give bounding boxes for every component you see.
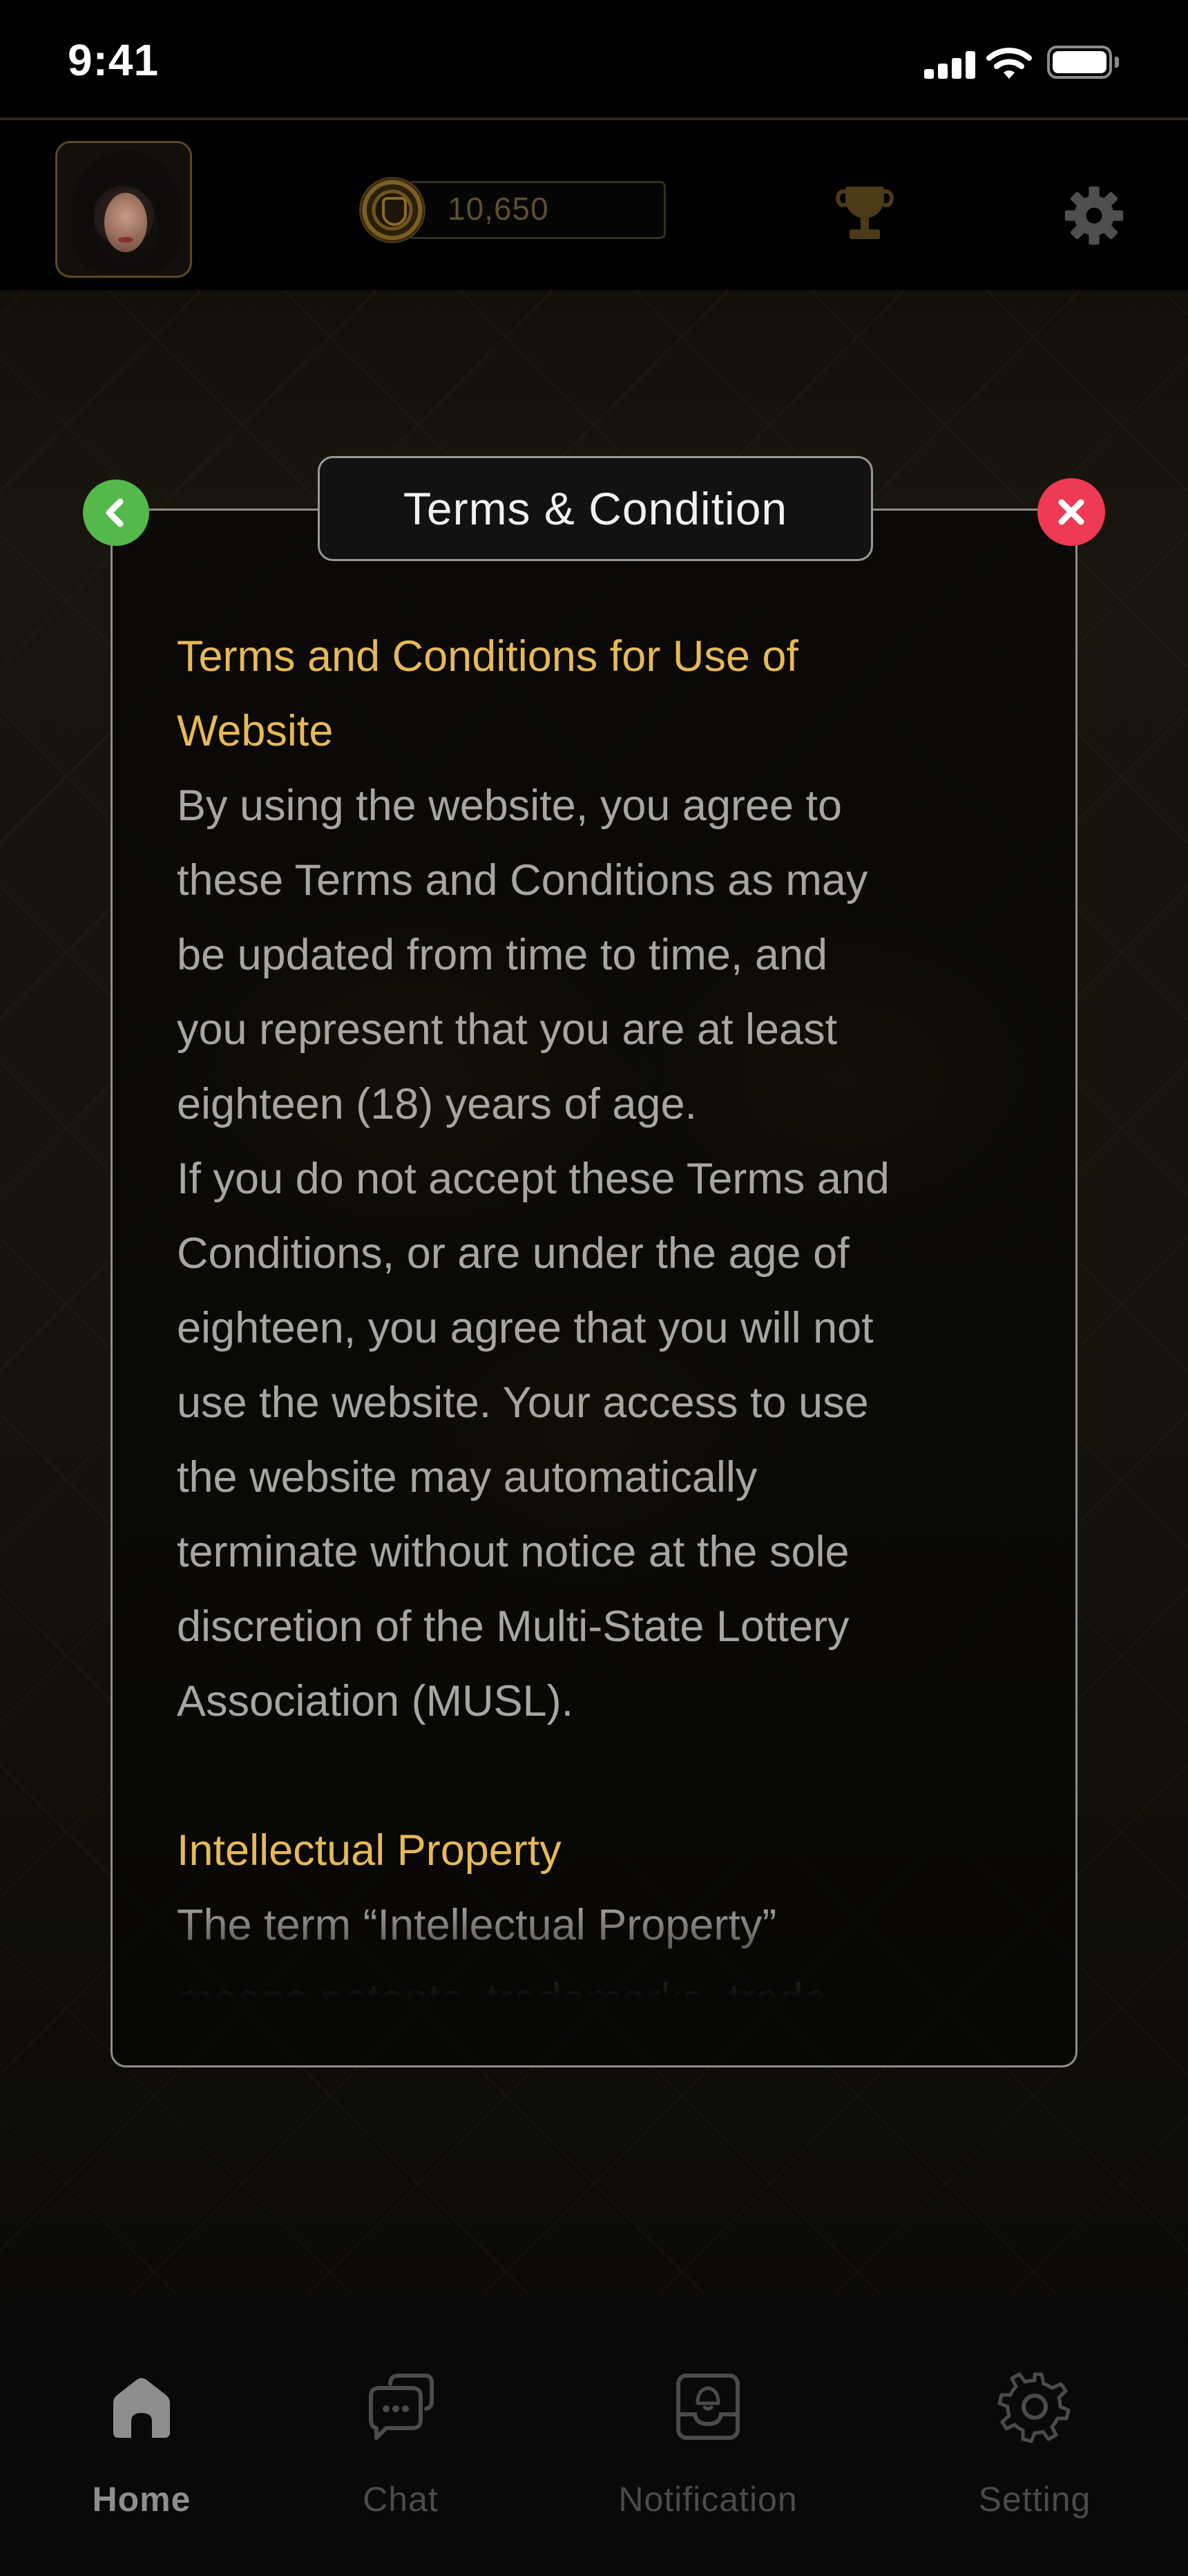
paragraph-line: eighteen (18) years of age. (177, 1080, 697, 1128)
paragraph-line: means patents, trademarks, trade (177, 1962, 1019, 1998)
notification-icon (676, 2374, 740, 2440)
nav-label-setting: Setting (978, 2480, 1091, 2519)
modal-title-box: Terms & Condition (318, 456, 873, 561)
paragraph-line: By using the website, you agree to (177, 782, 843, 830)
nav-label-notification: Notification (618, 2480, 798, 2519)
chevron-left-icon (106, 498, 124, 527)
chat-icon (369, 2374, 434, 2440)
settings-icon (997, 2372, 1071, 2443)
section-heading: Intellectual Property (177, 1826, 562, 1875)
nav-item-setting[interactable]: Setting (917, 2300, 1152, 2576)
status-bar: 9:41 (0, 0, 1188, 117)
paragraph-line: Association (MUSL). (177, 1677, 574, 1725)
paragraph-line: eighteen, you agree that you will not (177, 1304, 874, 1352)
avatar[interactable] (55, 141, 192, 278)
gear-icon[interactable] (1060, 182, 1129, 249)
back-button[interactable] (83, 480, 149, 546)
signal-icon (924, 51, 975, 79)
paragraph-line: The term “Intellectual Property” (177, 1901, 777, 1949)
paragraph-line: you represent that you are at least (177, 1005, 838, 1054)
close-button[interactable] (1037, 478, 1105, 546)
trophy-icon[interactable] (836, 184, 894, 243)
nav-label-home: Home (92, 2480, 191, 2519)
nav-label-chat: Chat (363, 2480, 439, 2519)
top-bar: 10,650 (0, 117, 1188, 290)
section-heading: Terms and Conditions for Use of (177, 632, 798, 681)
coin-balance: 10,650 (448, 191, 549, 227)
nav-item-home[interactable]: Home (24, 2300, 259, 2576)
paragraph-line: discretion of the Multi-State Lottery (177, 1602, 850, 1651)
modal-title: Terms & Condition (403, 483, 788, 534)
section-heading: Website (177, 707, 334, 755)
paragraph-line: Conditions, or are under the age of (177, 1229, 850, 1278)
nav-item-notification[interactable]: Notification (591, 2300, 825, 2576)
home-icon (113, 2378, 170, 2438)
paragraph-line: use the website. Your access to use (177, 1379, 869, 1427)
paragraph-line: these Terms and Conditions as may (177, 856, 868, 905)
paragraph-line: terminate without notice at the sole (177, 1528, 850, 1576)
nav-item-chat[interactable]: Chat (283, 2300, 518, 2576)
paragraph-line: If you do not accept these Terms and (177, 1155, 890, 1203)
paragraph-line: the website may automatically (177, 1453, 758, 1502)
terms-content[interactable]: Terms and Conditions for Use of Website … (177, 619, 1019, 1998)
close-icon (1058, 499, 1084, 525)
wifi-icon (986, 48, 1032, 79)
paragraph-line: be updated from time to time, and (177, 931, 828, 979)
coin-icon (359, 177, 425, 243)
status-time: 9:41 (68, 35, 160, 85)
battery-icon (1047, 46, 1119, 79)
bottom-nav: Home Chat Notification Setting (0, 2300, 1188, 2576)
